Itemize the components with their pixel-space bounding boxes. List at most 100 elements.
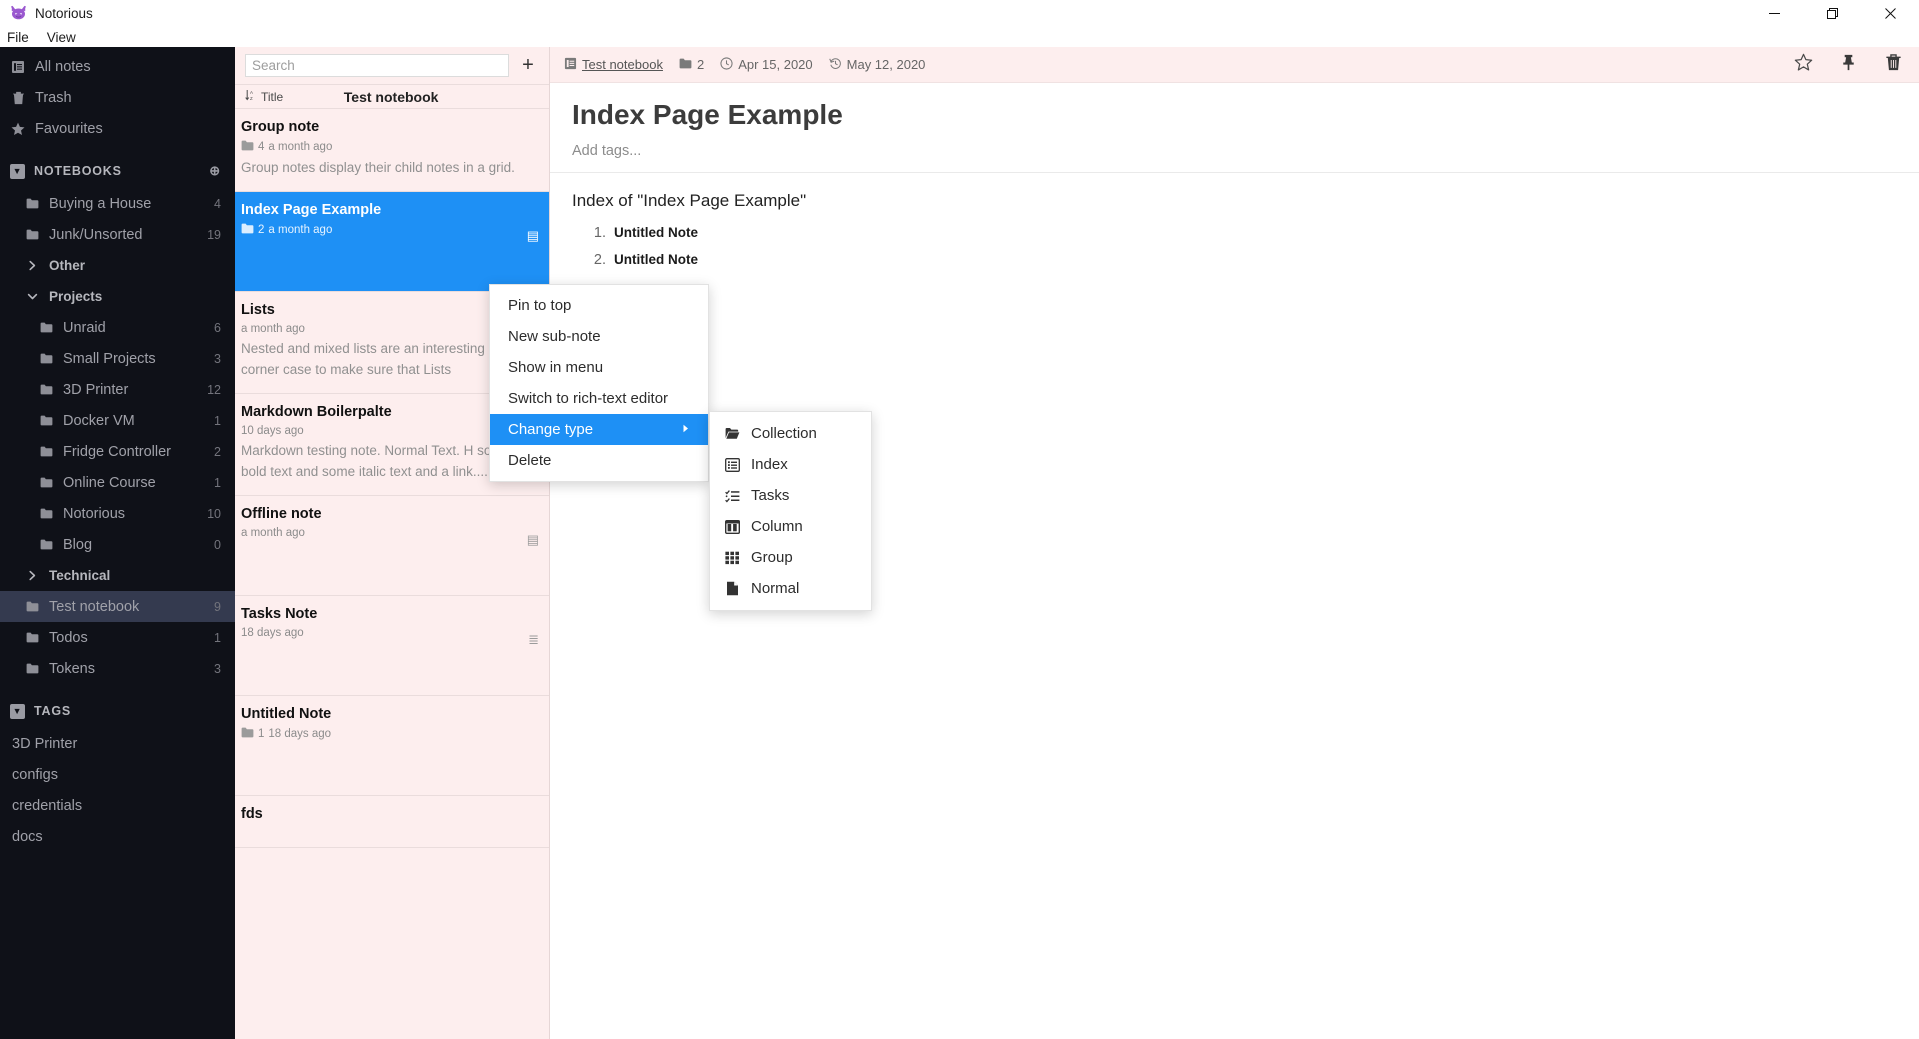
- note-type-option-group[interactable]: Group: [710, 542, 871, 573]
- note-type-option-tasks[interactable]: Tasks: [710, 480, 871, 511]
- notebooks-section-header[interactable]: ▼ NOTEBOOKS ⊕: [0, 154, 235, 188]
- note-count-badge: 6: [214, 321, 221, 335]
- note-count-badge: 1: [214, 414, 221, 428]
- note-list-item[interactable]: Untitled Note118 days ago: [235, 696, 549, 796]
- sidebar-item-junk-unsorted[interactable]: Junk/Unsorted19: [0, 219, 235, 250]
- notebook-list: Buying a House4Junk/Unsorted19OtherProje…: [0, 188, 235, 684]
- breadcrumb-item[interactable]: Test notebook: [564, 57, 663, 73]
- tags-input[interactable]: Add tags...: [550, 143, 1919, 173]
- delete-button[interactable]: [1884, 53, 1903, 77]
- add-notebook-icon[interactable]: ⊕: [209, 163, 221, 179]
- note-type-option-index[interactable]: Index: [710, 449, 871, 480]
- page-title[interactable]: Index Page Example: [550, 83, 1919, 143]
- chevron-right-icon: [681, 424, 690, 435]
- note-count-badge: 3: [214, 662, 221, 676]
- note-type-option-label: Collection: [751, 425, 817, 442]
- sidebar-item-favourites[interactable]: Favourites: [0, 113, 235, 144]
- main-shell: All notes Trash Favourites ▼ NOTEBOOKS ⊕…: [0, 47, 1919, 1039]
- note-list-item[interactable]: Group note4a month agoGroup notes displa…: [235, 109, 549, 192]
- grid-icon: [724, 551, 740, 565]
- menu-view[interactable]: View: [47, 30, 76, 45]
- columns-icon: [724, 520, 740, 534]
- sidebar-item-technical[interactable]: Technical: [0, 560, 235, 591]
- context-menu-item-show-in-menu[interactable]: Show in menu: [490, 352, 708, 383]
- note-type-option-collection[interactable]: Collection: [710, 418, 871, 449]
- sidebar-item-label: Trash: [35, 90, 221, 106]
- sidebar-item-projects[interactable]: Projects: [0, 281, 235, 312]
- note-child-count: 4: [258, 141, 264, 153]
- editor-toolbar: Test notebook2Apr 15, 2020May 12, 2020: [550, 47, 1919, 83]
- sidebar-item-tokens[interactable]: Tokens3: [0, 653, 235, 684]
- clock-icon: [720, 57, 733, 73]
- note-list-item[interactable]: fds: [235, 796, 549, 848]
- close-button[interactable]: [1861, 0, 1919, 27]
- index-item[interactable]: Untitled Note: [610, 252, 1897, 267]
- pin-button[interactable]: [1839, 53, 1858, 77]
- context-menu-item-pin-to-top[interactable]: Pin to top: [490, 290, 708, 321]
- breadcrumb: Test notebook2Apr 15, 2020May 12, 2020: [564, 57, 941, 73]
- sidebar-item-label: Test notebook: [49, 599, 205, 615]
- add-note-button[interactable]: +: [517, 54, 539, 77]
- sidebar-item-label: Buying a House: [49, 196, 205, 212]
- sidebar-item-fridge-controller[interactable]: Fridge Controller2: [0, 436, 235, 467]
- sidebar-tag-3d-printer[interactable]: 3D Printer: [0, 728, 235, 759]
- note-list-item[interactable]: Tasks Note18 days ago≣: [235, 596, 549, 696]
- folder-icon: [679, 58, 692, 72]
- sidebar-item-3d-printer[interactable]: 3D Printer12: [0, 374, 235, 405]
- notebooks-section-label: NOTEBOOKS: [34, 164, 122, 178]
- note-count-badge: 1: [214, 631, 221, 645]
- breadcrumb-label[interactable]: Test notebook: [582, 57, 663, 72]
- sidebar-item-test-notebook[interactable]: Test notebook9: [0, 591, 235, 622]
- chevron-down-icon: ▼: [10, 164, 25, 179]
- sort-az-icon[interactable]: AZ: [245, 89, 257, 104]
- sidebar-tag-configs[interactable]: configs: [0, 759, 235, 790]
- minimize-button[interactable]: [1745, 0, 1803, 27]
- note-items: Group note4a month agoGroup notes displa…: [235, 109, 549, 1039]
- sidebar-tag-docs[interactable]: docs: [0, 821, 235, 852]
- context-menu[interactable]: Pin to topNew sub-noteShow in menu Switch…: [489, 284, 709, 482]
- trash-icon: [10, 91, 26, 105]
- sidebar-item-notorious[interactable]: Notorious10: [0, 498, 235, 529]
- note-type-option-column[interactable]: Column: [710, 511, 871, 542]
- context-menu-item-change-type[interactable]: Change type: [490, 414, 708, 445]
- note-list-item[interactable]: Index Page Example2a month ago▤: [235, 192, 549, 292]
- sidebar-item-small-projects[interactable]: Small Projects3: [0, 343, 235, 374]
- sidebar-item-label: Online Course: [63, 475, 205, 491]
- sort-label[interactable]: Title: [261, 90, 283, 104]
- favourite-button[interactable]: [1794, 53, 1813, 77]
- sidebar-item-unraid[interactable]: Unraid6: [0, 312, 235, 343]
- note-type-option-normal[interactable]: Normal: [710, 573, 871, 604]
- note-timestamp: a month ago: [241, 527, 305, 539]
- menu-bar: File View: [0, 27, 1919, 47]
- folder-icon: [38, 508, 54, 519]
- menu-file[interactable]: File: [7, 30, 29, 45]
- context-menu-item-switch-to-rich-text-editor[interactable]: Switch to rich-text editor: [490, 383, 708, 414]
- index-note-list: Untitled Note Untitled Note: [610, 225, 1897, 267]
- sidebar-item-all-notes[interactable]: All notes: [0, 51, 235, 82]
- sidebar-item-buying-a-house[interactable]: Buying a House4: [0, 188, 235, 219]
- note-type-option-label: Group: [751, 549, 793, 566]
- index-item[interactable]: Untitled Note: [610, 225, 1897, 240]
- context-menu-item-delete[interactable]: Delete: [490, 445, 708, 476]
- folder-icon: [24, 229, 40, 240]
- note-list-item[interactable]: Offline notea month ago▤: [235, 496, 549, 596]
- sidebar-item-docker-vm[interactable]: Docker VM 1: [0, 405, 235, 436]
- tags-section-label: TAGS: [34, 704, 71, 718]
- sidebar-tag-credentials[interactable]: credentials: [0, 790, 235, 821]
- folder-icon: [38, 384, 54, 395]
- sidebar-item-trash[interactable]: Trash: [0, 82, 235, 113]
- maximize-button[interactable]: [1803, 0, 1861, 27]
- breadcrumb-item: Apr 15, 2020: [720, 57, 812, 73]
- search-input[interactable]: [245, 54, 509, 77]
- note-type-icon: ≣: [528, 632, 539, 648]
- window-controls: [1745, 0, 1919, 27]
- sidebar-item-label: Docker VM: [63, 413, 205, 429]
- sidebar-item-online-course[interactable]: Online Course1: [0, 467, 235, 498]
- sidebar-item-todos[interactable]: Todos1: [0, 622, 235, 653]
- sidebar-item-other[interactable]: Other: [0, 250, 235, 281]
- context-menu-item-new-sub-note[interactable]: New sub-note: [490, 321, 708, 352]
- change-type-submenu[interactable]: Collection IndexTasksColumn Group Normal: [709, 411, 872, 611]
- tags-section-header[interactable]: ▼ TAGS: [0, 694, 235, 728]
- sidebar-item-blog[interactable]: Blog0: [0, 529, 235, 560]
- context-menu-item-label: Switch to rich-text editor: [508, 390, 668, 407]
